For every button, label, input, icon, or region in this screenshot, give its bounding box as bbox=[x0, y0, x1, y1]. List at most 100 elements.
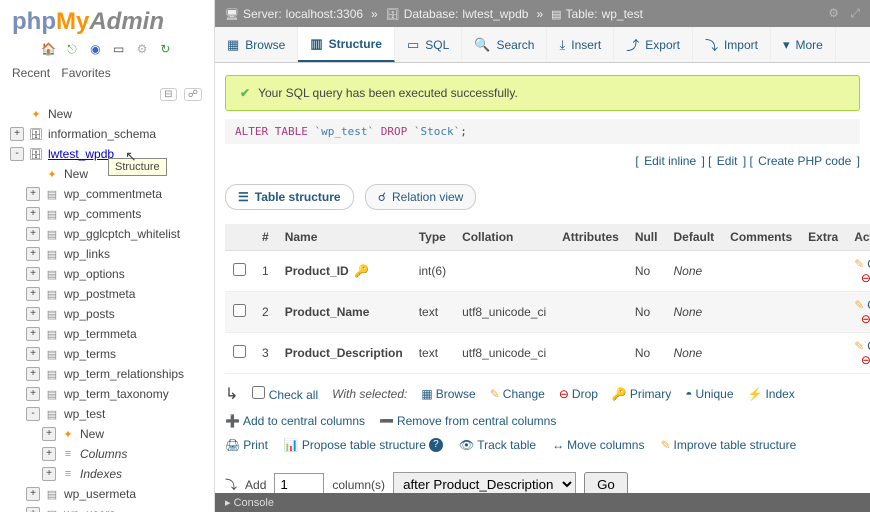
add-central-columns[interactable]: ➕Add to central columns bbox=[225, 414, 365, 428]
tab-browse[interactable]: ▦Browse bbox=[215, 27, 298, 62]
tree-item-wp_termmeta[interactable]: + wp_termmeta bbox=[4, 324, 210, 344]
table-structure-subtab[interactable]: ☰Table structure bbox=[225, 184, 354, 210]
create-php-link[interactable]: Create PHP code bbox=[758, 154, 851, 168]
bulk-unique[interactable]: ◓Unique bbox=[685, 387, 733, 401]
tree-label[interactable]: wp_options bbox=[64, 267, 125, 281]
print-link[interactable]: 🖨Print bbox=[225, 438, 268, 452]
col-name[interactable]: Product_ID bbox=[285, 264, 349, 278]
expander-icon[interactable]: + bbox=[26, 187, 40, 201]
tab-import[interactable]: ⤵Import bbox=[693, 27, 771, 62]
collapse-all-icon[interactable]: ⊟ bbox=[160, 88, 176, 101]
col-attributes-header[interactable]: Attributes bbox=[554, 224, 627, 251]
propose-structure-link[interactable]: 📊Propose table structure ? bbox=[284, 438, 443, 452]
favorites-tab[interactable]: Favorites bbox=[61, 66, 110, 80]
tree-item-lwtest_wpdb[interactable]: -lwtest_wpdb↖Structure bbox=[4, 144, 210, 164]
row-checkbox[interactable] bbox=[233, 304, 246, 317]
bulk-browse[interactable]: ▦Browse bbox=[421, 387, 475, 401]
nav-settings-icon[interactable]: ☍ bbox=[184, 88, 202, 101]
tree-label[interactable]: Columns bbox=[80, 447, 127, 461]
tree-item-wp_posts[interactable]: + wp_posts bbox=[4, 304, 210, 324]
tree-item-wp_gglcptch_whitelist[interactable]: + wp_gglcptch_whitelist bbox=[4, 224, 210, 244]
tree-item-wp_postmeta[interactable]: +wp_postmeta bbox=[4, 284, 210, 304]
tree-item-wp_usermeta[interactable]: +wp_usermeta bbox=[4, 484, 210, 504]
tree-label[interactable]: wp_posts bbox=[64, 307, 115, 321]
col-null-header[interactable]: Null bbox=[627, 224, 666, 251]
gear-icon[interactable]: ⚙ bbox=[828, 6, 839, 20]
tree-label[interactable]: Indexes bbox=[80, 467, 122, 481]
bulk-index[interactable]: ⚡Index bbox=[748, 387, 795, 401]
docs-icon[interactable]: ◉ bbox=[87, 42, 103, 58]
move-columns-link[interactable]: ↔Move columns bbox=[552, 438, 644, 452]
tab-search[interactable]: 🔍Search bbox=[462, 27, 547, 62]
expander-icon[interactable]: + bbox=[26, 267, 40, 281]
tree-label[interactable]: wp_term_relationships bbox=[64, 367, 184, 381]
console-bar[interactable]: ▸ Console bbox=[215, 493, 870, 512]
logout-icon[interactable]: ⎋ bbox=[64, 42, 80, 58]
expander-icon[interactable]: + bbox=[26, 507, 40, 512]
expander-icon[interactable]: + bbox=[26, 327, 40, 341]
tree-item-new[interactable]: + New bbox=[4, 424, 210, 444]
col-type-header[interactable]: Type bbox=[411, 224, 454, 251]
tree-label[interactable]: wp_terms bbox=[64, 347, 116, 361]
tree-label[interactable]: New bbox=[64, 167, 88, 181]
breadcrumb-db[interactable]: lwtest_wpdb bbox=[462, 7, 528, 21]
edit-link[interactable]: Edit bbox=[717, 154, 738, 168]
col-name[interactable]: Product_Description bbox=[285, 346, 403, 360]
tree-label[interactable]: wp_gglcptch_whitelist bbox=[64, 227, 180, 241]
expander-icon[interactable]: + bbox=[26, 247, 40, 261]
expander-icon[interactable]: + bbox=[26, 207, 40, 221]
expander-icon[interactable]: + bbox=[10, 127, 24, 141]
col-extra-header[interactable]: Extra bbox=[800, 224, 846, 251]
remove-central-columns[interactable]: ➖Remove from central columns bbox=[379, 414, 556, 428]
change-link[interactable]: ✎ Change bbox=[854, 298, 870, 312]
col-name-header[interactable]: Name bbox=[277, 224, 411, 251]
tree-item-wp_term_taxonomy[interactable]: +wp_term_taxonomy bbox=[4, 384, 210, 404]
tree-label[interactable]: New bbox=[80, 427, 104, 441]
tab-structure[interactable]: ▥Structure bbox=[298, 27, 395, 62]
breadcrumb-server[interactable]: localhost:3306 bbox=[286, 7, 363, 21]
col-collation-header[interactable]: Collation bbox=[454, 224, 554, 251]
breadcrumb-table[interactable]: wp_test bbox=[602, 7, 643, 21]
tree-item-wp_comments[interactable]: + wp_comments bbox=[4, 204, 210, 224]
tab-export[interactable]: ⤴Export bbox=[614, 27, 693, 62]
tree-label[interactable]: New bbox=[48, 107, 72, 121]
tree-label[interactable]: wp_comments bbox=[64, 207, 141, 221]
col-comments-header[interactable]: Comments bbox=[722, 224, 800, 251]
check-all[interactable]: Check all bbox=[252, 386, 318, 402]
tree-label[interactable]: wp_usermeta bbox=[64, 487, 136, 501]
help-icon[interactable]: ? bbox=[429, 438, 443, 452]
tree-item-indexes[interactable]: +Indexes bbox=[4, 464, 210, 484]
expander-icon[interactable]: + bbox=[26, 287, 40, 301]
tree-item-new[interactable]: New bbox=[4, 104, 210, 124]
bulk-primary[interactable]: 🔑Primary bbox=[612, 387, 671, 401]
recent-tab[interactable]: Recent bbox=[12, 66, 50, 80]
row-checkbox[interactable] bbox=[233, 345, 246, 358]
change-link[interactable]: ✎ Change bbox=[854, 339, 870, 353]
settings-icon[interactable]: ⚙ bbox=[134, 42, 150, 58]
reload-icon[interactable]: ↻ bbox=[157, 42, 173, 58]
tab-sql[interactable]: ▭SQL bbox=[395, 27, 462, 62]
home-icon[interactable]: 🏠 bbox=[41, 42, 57, 58]
expander-icon[interactable]: + bbox=[42, 427, 56, 441]
tree-label[interactable]: lwtest_wpdb bbox=[48, 147, 114, 161]
expander-icon[interactable]: + bbox=[26, 347, 40, 361]
edit-inline-link[interactable]: Edit inline bbox=[644, 154, 696, 168]
expander-icon[interactable]: + bbox=[26, 227, 40, 241]
tab-more[interactable]: ▾More bbox=[771, 27, 836, 62]
tree-item-columns[interactable]: + Columns bbox=[4, 444, 210, 464]
expander-icon[interactable]: + bbox=[42, 447, 56, 461]
change-link[interactable]: ✎ Change bbox=[854, 257, 870, 271]
tree-item-wp_commentmeta[interactable]: + wp_commentmeta bbox=[4, 184, 210, 204]
expander-icon[interactable]: - bbox=[26, 407, 40, 421]
tree-label[interactable]: wp_commentmeta bbox=[64, 187, 162, 201]
relation-view-subtab[interactable]: ☌Relation view bbox=[365, 184, 476, 210]
tree-label[interactable]: wp_termmeta bbox=[64, 327, 137, 341]
track-table-link[interactable]: 👁Track table bbox=[459, 438, 536, 452]
tree-label[interactable]: wp_links bbox=[64, 247, 110, 261]
tree-item-wp_users[interactable]: +wp_users bbox=[4, 504, 210, 512]
col-name[interactable]: Product_Name bbox=[285, 305, 370, 319]
improve-structure-link[interactable]: ✎Improve table structure bbox=[660, 438, 796, 452]
expander-icon[interactable]: + bbox=[26, 307, 40, 321]
tree-item-wp_links[interactable]: + wp_links bbox=[4, 244, 210, 264]
expander-icon[interactable]: + bbox=[26, 367, 40, 381]
